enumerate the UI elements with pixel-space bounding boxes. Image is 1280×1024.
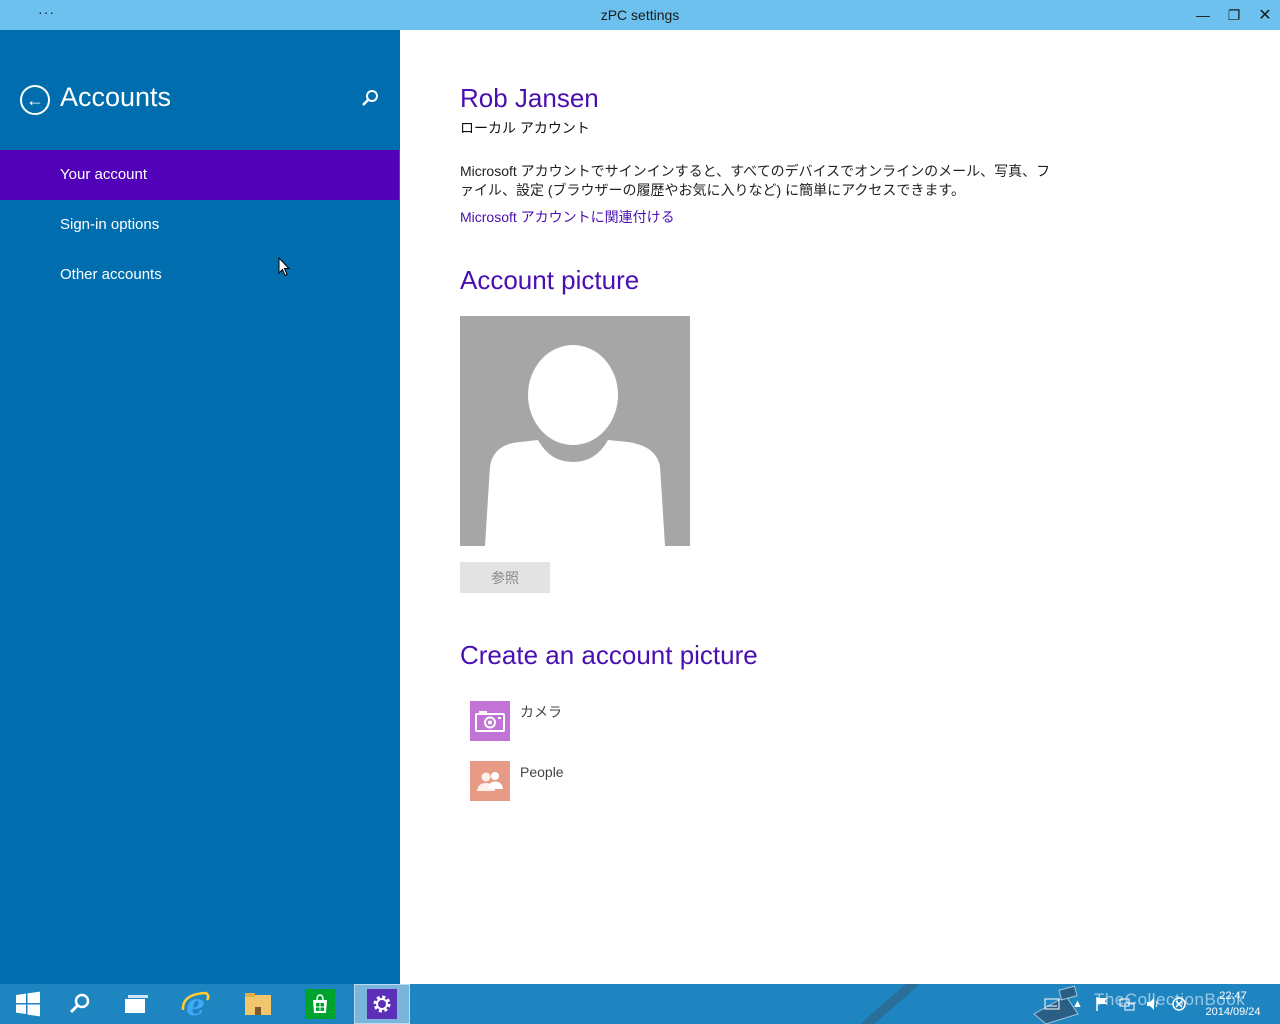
mouse-cursor-icon (278, 257, 290, 277)
sidebar-item-label: Other accounts (60, 266, 162, 283)
internet-explorer-icon: e (181, 988, 210, 1020)
people-label: People (520, 764, 564, 780)
store-button[interactable] (292, 984, 348, 1024)
file-explorer-icon (245, 993, 271, 1015)
sidebar-item-label: Your account (60, 166, 148, 183)
account-type: ローカル アカウント (460, 120, 590, 136)
account-picture (460, 316, 690, 546)
clock-time: 22:47 (1219, 990, 1247, 1002)
search-icon[interactable] (360, 88, 380, 108)
search-icon (69, 993, 90, 1014)
close-button[interactable]: ✕ (1250, 0, 1280, 30)
account-picture-title: Account picture (460, 265, 640, 295)
camera-icon (475, 711, 505, 732)
store-icon (305, 989, 335, 1019)
gear-glyph (373, 995, 391, 1013)
sidebar-item-sign-in-options[interactable]: Sign-in options (0, 200, 399, 250)
clock-date: 2014/09/24 (1205, 1006, 1261, 1018)
account-description: Microsoft アカウントでサインインすると、すべてのデバイスでオンラインの… (460, 163, 1051, 198)
taskbar-stripe-decoration (860, 984, 920, 1024)
main-content: Rob Jansen ローカル アカウント Microsoft アカウントでサイ… (400, 30, 1280, 984)
sidebar-item-other-accounts[interactable]: Other accounts (0, 250, 399, 300)
task-view-icon (125, 995, 148, 1013)
internet-explorer-button[interactable]: e (168, 984, 224, 1024)
people-icon (477, 772, 503, 791)
taskbar: e ▲ TheCollectionBook 22:47 2014/09/24 (0, 984, 1280, 1024)
restore-button[interactable]: ❐ (1219, 0, 1249, 30)
show-hidden-icons-icon[interactable]: ▲ (1072, 998, 1083, 1010)
sidebar-item-label: Sign-in options (60, 216, 160, 233)
sidebar-item-your-account[interactable]: Your account (0, 150, 399, 200)
settings-icon (367, 989, 397, 1019)
camera-tile (470, 701, 510, 741)
connect-microsoft-account-link[interactable]: Microsoft アカウントに関連付ける (460, 207, 675, 227)
back-button[interactable]: ← (20, 85, 50, 115)
sidebar: ← Accounts Your account Sign-in options … (0, 30, 400, 984)
browse-button[interactable]: 参照 (460, 562, 550, 593)
start-button[interactable] (0, 984, 56, 1024)
back-arrow-icon: ← (26, 89, 44, 110)
create-picture-title: Create an account picture (460, 640, 758, 670)
minimize-button[interactable]: — (1188, 0, 1218, 30)
sidebar-heading: Accounts (60, 82, 172, 112)
clock[interactable]: 22:47 2014/09/24 (1200, 988, 1266, 1020)
windows-start-icon (16, 991, 40, 1017)
user-name: Rob Jansen (460, 83, 599, 113)
store-bag-glyph (313, 994, 327, 1013)
people-tile (470, 761, 510, 801)
camera-label: カメラ (520, 704, 562, 720)
camera-app-item[interactable]: カメラ (470, 701, 562, 741)
window-title: zPC settings (600, 7, 680, 23)
settings-button[interactable] (354, 984, 410, 1024)
file-explorer-button[interactable] (230, 984, 286, 1024)
title-bar: ··· zPC settings — ❐ ✕ (0, 0, 1280, 30)
default-user-icon (485, 345, 665, 546)
keyboard-icon[interactable] (1044, 998, 1060, 1010)
people-app-item[interactable]: People (470, 761, 564, 801)
task-view-button[interactable] (108, 984, 164, 1024)
taskbar-search-button[interactable] (52, 984, 108, 1024)
